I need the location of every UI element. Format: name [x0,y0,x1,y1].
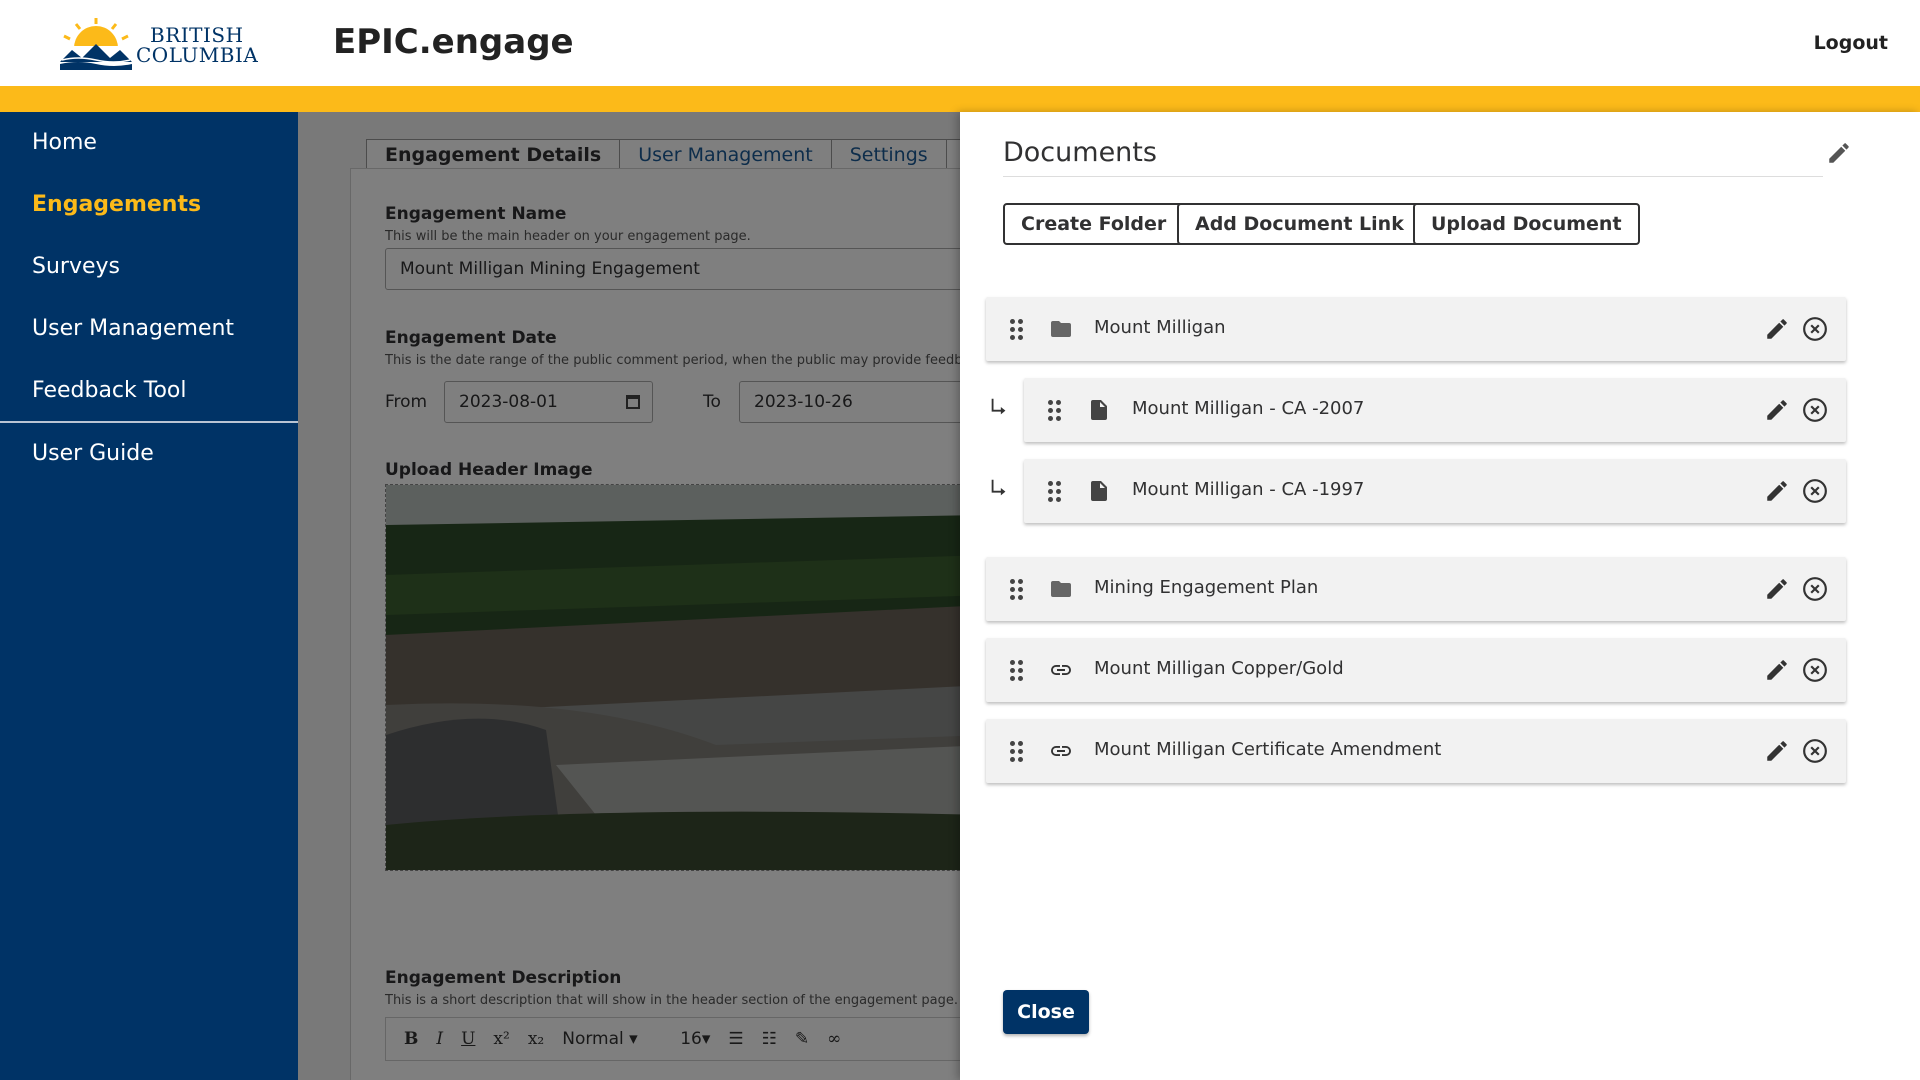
link-icon [1051,746,1071,756]
sidebar-item-surveys[interactable]: Surveys [32,254,120,279]
subdirectory-arrow-icon [991,479,1006,496]
app-title: EPIC.engage [333,22,574,62]
edit-pencil-icon[interactable] [1764,316,1790,342]
document-name: Mount Milligan Copper/Gold [1094,658,1344,679]
remove-circle-icon[interactable] [1802,738,1828,764]
documents-title: Documents [1003,137,1157,168]
sidebar-item-home[interactable]: Home [32,130,97,155]
sidebar-item-user-guide[interactable]: User Guide [32,441,154,466]
folder-icon [1051,581,1071,597]
document-name: Mount Milligan - CA -2007 [1132,398,1365,419]
app-header: BRITISH COLUMBIA EPIC.engage Logout [0,0,1920,86]
sidebar-item-engagements[interactable]: Engagements [32,192,201,217]
documents-drawer: Documents Create Folder Add Document Lin… [960,112,1920,1080]
sidebar-divider [0,421,298,423]
remove-circle-icon[interactable] [1802,316,1828,342]
document-row[interactable]: Mount Milligan [986,297,1846,361]
file-icon [1091,481,1107,501]
document-name: Mount Milligan - CA -1997 [1132,479,1365,500]
header-accent-bar [0,86,1920,112]
create-folder-button[interactable]: Create Folder [1003,203,1185,245]
document-row[interactable]: Mount Milligan - CA -1997 [1024,459,1846,523]
logout-button[interactable]: Logout [1814,32,1888,54]
sidebar-item-feedback-tool[interactable]: Feedback Tool [32,378,187,403]
drag-handle-icon[interactable] [1048,400,1061,421]
edit-pencil-icon[interactable] [1764,397,1790,423]
folder-icon [1051,321,1071,337]
logo-line-2: COLUMBIA [136,43,259,67]
remove-circle-icon[interactable] [1802,657,1828,683]
drag-handle-icon[interactable] [1010,741,1023,762]
document-row[interactable]: Mining Engagement Plan [986,557,1846,621]
document-row[interactable]: Mount Milligan Copper/Gold [986,638,1846,702]
bc-logo-text: BRITISH COLUMBIA [136,25,258,65]
drag-handle-icon[interactable] [1010,660,1023,681]
drag-handle-icon[interactable] [1010,319,1023,340]
logo-line-1: BRITISH [150,23,244,47]
document-row[interactable]: Mount Milligan - CA -2007 [1024,378,1846,442]
sidebar-item-user-management[interactable]: User Management [32,316,234,341]
sidebar: Home Engagements Surveys User Management… [0,112,298,1080]
pencil-icon[interactable] [1826,140,1852,166]
remove-circle-icon[interactable] [1802,576,1828,602]
modal-backdrop[interactable] [298,112,960,1080]
document-row[interactable]: Mount Milligan Certificate Amendment [986,719,1846,783]
document-name: Mining Engagement Plan [1094,577,1319,598]
link-icon [1051,665,1071,675]
add-document-link-button[interactable]: Add Document Link [1177,203,1422,245]
document-name: Mount Milligan Certificate Amendment [1094,739,1442,760]
edit-pencil-icon[interactable] [1764,478,1790,504]
remove-circle-icon[interactable] [1802,397,1828,423]
edit-pencil-icon[interactable] [1764,738,1790,764]
document-name: Mount Milligan [1094,317,1226,338]
documents-divider [1003,176,1823,177]
drag-handle-icon[interactable] [1048,481,1061,502]
file-icon [1091,400,1107,420]
close-button[interactable]: Close [1003,990,1089,1034]
remove-circle-icon[interactable] [1802,478,1828,504]
edit-pencil-icon[interactable] [1764,657,1790,683]
drag-handle-icon[interactable] [1010,579,1023,600]
upload-document-button[interactable]: Upload Document [1413,203,1640,245]
edit-pencil-icon[interactable] [1764,576,1790,602]
subdirectory-arrow-icon [991,398,1006,415]
